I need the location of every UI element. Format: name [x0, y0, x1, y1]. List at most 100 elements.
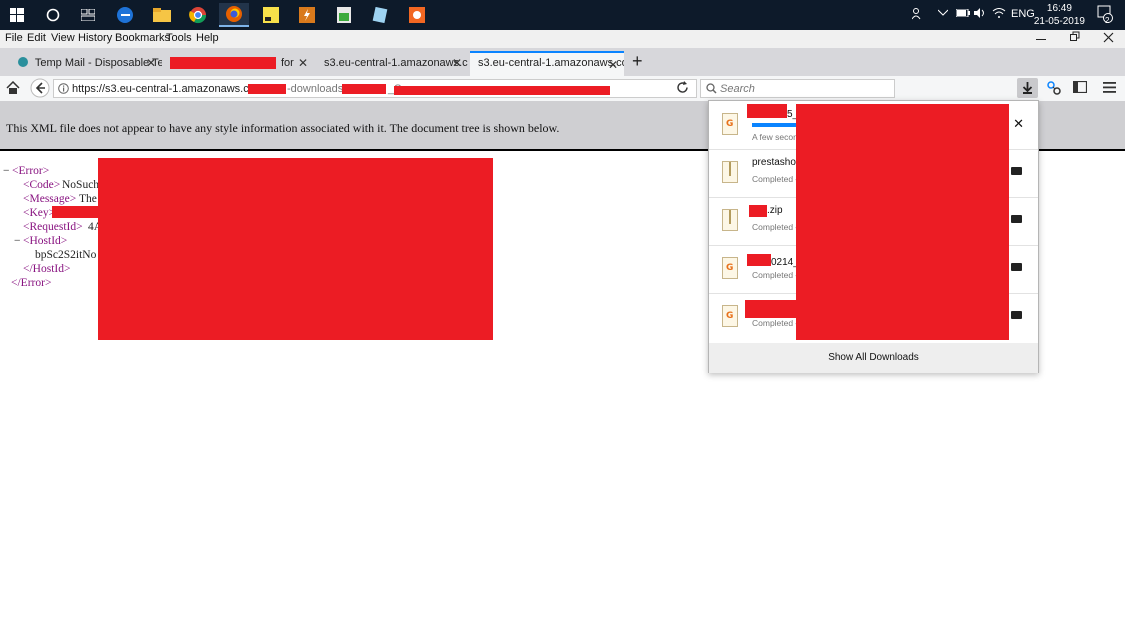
cortana-icon[interactable] [38, 3, 68, 27]
tab-temp-mail[interactable]: Temp Mail - Disposable Tem ✕ [10, 51, 162, 76]
xml-hostid-value: bpSc2S2itNo [35, 249, 97, 261]
xml-hostid-close-tag: </HostId> [23, 263, 71, 275]
open-folder-icon[interactable] [1011, 311, 1022, 319]
volume-icon[interactable] [974, 8, 988, 21]
open-folder-icon[interactable] [1011, 167, 1022, 175]
temp-mail-favicon [18, 57, 28, 67]
download-status: Completed – [752, 222, 801, 232]
clock-date: 21-05-2019 [1033, 16, 1085, 27]
collapse-toggle[interactable]: − [14, 235, 21, 247]
url-prefix: https://s3.eu-central-1.amazonaws.com [72, 83, 264, 95]
url-path: -downloads/ [287, 83, 347, 95]
extension-icon[interactable] [1046, 80, 1062, 99]
redaction-block [342, 84, 386, 94]
pdf-file-icon: G [722, 305, 738, 327]
sticky-notes-icon[interactable] [256, 3, 286, 27]
home-icon[interactable] [6, 80, 20, 98]
zip-file-icon [722, 161, 738, 183]
chrome-icon[interactable] [183, 3, 213, 27]
url-bar[interactable]: https://s3.eu-central-1.amazonaws.com -d… [53, 79, 697, 98]
restore-icon[interactable] [1070, 31, 1080, 46]
windows-taskbar: ENG 16:49 21-05-2019 2 [0, 0, 1125, 30]
redaction-block [745, 300, 797, 318]
app-orange-square-icon[interactable] [402, 3, 432, 27]
redaction-block [170, 57, 276, 69]
close-tab-icon[interactable]: ✕ [608, 58, 618, 72]
tab-label: s3.eu-central-1.amazonaws.com [324, 57, 468, 69]
show-all-downloads-button[interactable]: Show All Downloads [709, 343, 1038, 373]
close-tab-icon[interactable]: ✕ [452, 56, 462, 70]
xml-code-value: NoSuch [62, 179, 100, 191]
download-filename: .zip [767, 205, 783, 216]
back-button[interactable] [30, 78, 50, 101]
new-tab-button[interactable]: + [632, 51, 643, 72]
open-folder-icon[interactable] [1011, 215, 1022, 223]
app-green-icon[interactable] [329, 3, 359, 27]
notepad-icon[interactable] [365, 3, 395, 27]
xml-message-value: The [79, 193, 97, 205]
menu-bookmarks[interactable]: Bookmarks [115, 32, 170, 44]
tab-label: Temp Mail - Disposable Tem [34, 57, 162, 69]
xml-key-tag: <Key> [23, 207, 56, 219]
menu-view[interactable]: View [51, 32, 75, 44]
menu-edit[interactable]: Edit [27, 32, 46, 44]
close-tab-icon[interactable]: ✕ [146, 56, 156, 70]
system-clock[interactable]: 16:49 21-05-2019 [1034, 2, 1085, 28]
xml-error-close-tag: </Error> [11, 277, 52, 289]
download-status: Completed – [752, 174, 801, 184]
edge-browser-icon[interactable] [110, 3, 140, 27]
file-explorer-icon[interactable] [147, 3, 177, 27]
tab-redacted[interactable]: for ✕ [164, 51, 314, 76]
close-tab-icon[interactable]: ✕ [298, 56, 308, 70]
cancel-download-icon[interactable]: ✕ [1013, 116, 1024, 132]
tab-label: for [281, 57, 294, 69]
menu-help[interactable]: Help [196, 32, 219, 44]
app-orange-icon[interactable] [292, 3, 322, 27]
collapse-toggle[interactable]: − [3, 165, 10, 177]
sidebar-icon[interactable] [1072, 80, 1088, 96]
menu-history[interactable]: History [78, 32, 112, 44]
xml-hostid-open-tag: <HostId> [23, 235, 68, 247]
language-indicator[interactable]: ENG [1011, 8, 1035, 20]
reload-icon[interactable] [676, 81, 689, 97]
svg-text:G: G [726, 263, 733, 273]
xml-banner-text: This XML file does not appear to have an… [6, 121, 560, 135]
download-status: A few second [752, 132, 803, 142]
minimize-icon[interactable] [1036, 31, 1046, 46]
navigation-toolbar: https://s3.eu-central-1.amazonaws.com -d… [0, 76, 1125, 102]
redaction-block [98, 158, 493, 340]
windows-start-icon[interactable] [2, 3, 32, 27]
redaction-block [749, 205, 767, 217]
people-icon[interactable] [911, 8, 924, 23]
menu-file[interactable]: File [5, 32, 23, 44]
menu-bar: File Edit View History Bookmarks Tools H… [0, 30, 1125, 48]
site-info-icon[interactable] [58, 83, 69, 97]
menu-tools[interactable]: Tools [166, 32, 192, 44]
tray-expand-icon[interactable] [937, 8, 949, 20]
redaction-block [796, 104, 1009, 340]
open-folder-icon[interactable] [1011, 263, 1022, 271]
download-filename: prestashop [752, 157, 802, 168]
xml-code-tag: <Code> [23, 179, 61, 191]
svg-text:G: G [726, 311, 733, 321]
downloads-button[interactable] [1017, 78, 1038, 98]
hamburger-menu-icon[interactable] [1103, 82, 1116, 96]
search-placeholder: Search [720, 83, 755, 95]
redaction-block [747, 254, 771, 266]
battery-icon[interactable] [955, 8, 970, 20]
xml-requestid-tag: <RequestId> [23, 221, 83, 233]
svg-text:G: G [726, 119, 733, 129]
xml-error-open-tag: <Error> [12, 165, 50, 177]
wifi-icon[interactable] [992, 8, 1006, 21]
firefox-icon[interactable] [219, 3, 249, 27]
search-bar[interactable]: Search [700, 79, 895, 98]
tab-strip: Temp Mail - Disposable Tem ✕ for ✕ s3.eu… [0, 48, 1125, 77]
redaction-block [52, 206, 102, 218]
task-view-icon[interactable] [73, 3, 103, 27]
clock-time: 16:49 [1046, 3, 1072, 14]
download-status: Completed – [752, 318, 801, 328]
close-window-icon[interactable] [1103, 31, 1114, 46]
tab-s3-active[interactable]: s3.eu-central-1.amazonaws.com ✕ [470, 51, 624, 76]
search-icon [706, 83, 717, 97]
tab-s3-1[interactable]: s3.eu-central-1.amazonaws.com ✕ [316, 51, 468, 76]
